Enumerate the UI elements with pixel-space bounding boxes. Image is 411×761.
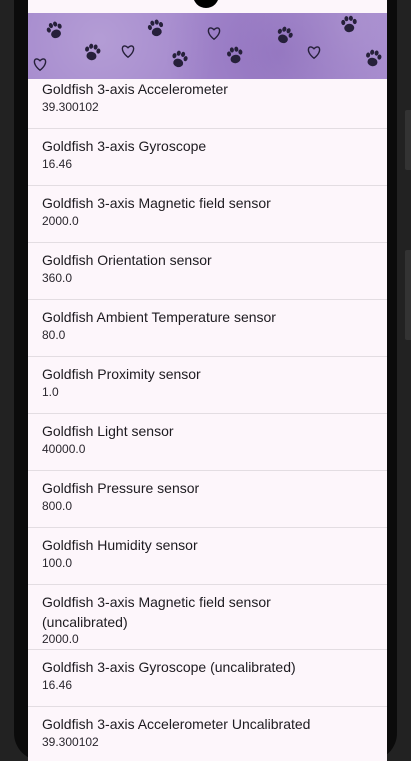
- paw-print-icon: [226, 45, 245, 65]
- sensor-value: 2000.0: [42, 632, 79, 646]
- power-button: [405, 250, 411, 340]
- heart-outline-icon: [33, 58, 47, 71]
- sensor-value: 800.0: [42, 499, 73, 513]
- paw-print-icon: [83, 42, 102, 62]
- heart-outline-icon: [207, 27, 221, 40]
- sensor-name: Goldfish Light sensor: [42, 423, 174, 439]
- sensor-value: 1.0: [42, 385, 59, 399]
- sensor-list-item[interactable]: Goldfish 3-axis Gyroscope 16.46: [28, 129, 387, 186]
- sensor-name: Goldfish Humidity sensor: [42, 537, 198, 553]
- volume-button: [405, 110, 411, 170]
- sensor-value: 100.0: [42, 556, 73, 570]
- sensor-name: Goldfish Orientation sensor: [42, 252, 212, 268]
- sensor-name: Goldfish Ambient Temperature sensor: [42, 309, 276, 325]
- sensor-list-item[interactable]: Goldfish 3-axis Magnetic field sensor 20…: [28, 186, 387, 243]
- heart-outline-icon: [307, 46, 321, 59]
- sensor-list-item[interactable]: Goldfish Orientation sensor 360.0: [28, 243, 387, 300]
- sensor-value: 39.300102: [42, 100, 99, 114]
- sensor-value: 2000.0: [42, 214, 79, 228]
- sensor-name: Goldfish 3-axis Magnetic field sensor: [42, 195, 271, 211]
- sensor-list-item[interactable]: Goldfish Humidity sensor 100.0: [28, 528, 387, 585]
- heart-outline-icon: [121, 45, 135, 58]
- device-frame: Goldfish 3-axis Accelerometer 39.300102 …: [0, 0, 411, 761]
- sensor-list-item[interactable]: Goldfish Ambient Temperature sensor 80.0: [28, 300, 387, 357]
- sensor-list-item[interactable]: Goldfish 3-axis Gyroscope (uncalibrated)…: [28, 650, 387, 707]
- paw-print-icon: [364, 48, 383, 68]
- sensor-list-item[interactable]: Goldfish Pressure sensor 800.0: [28, 471, 387, 528]
- paw-print-icon: [44, 19, 65, 41]
- sensor-value: 40000.0: [42, 442, 86, 456]
- header-banner: [28, 13, 387, 79]
- sensor-value: 360.0: [42, 271, 73, 285]
- paw-print-icon: [274, 24, 295, 46]
- paw-print-icon: [169, 49, 190, 70]
- sensor-list-item[interactable]: Goldfish Proximity sensor 1.0: [28, 357, 387, 414]
- app-screen: Goldfish 3-axis Accelerometer 39.300102 …: [28, 0, 387, 761]
- paw-print-icon: [146, 18, 166, 38]
- sensor-value: 39.300102: [42, 735, 99, 749]
- sensor-name: Goldfish 3-axis Gyroscope (uncalibrated): [42, 659, 296, 675]
- sensor-name: Goldfish Proximity sensor: [42, 366, 201, 382]
- sensor-value: 16.46: [42, 157, 73, 171]
- sensor-list-item[interactable]: Goldfish 3-axis Accelerometer 39.300102: [28, 79, 387, 129]
- sensor-list-item[interactable]: Goldfish 3-axis Accelerometer Uncalibrat…: [28, 707, 387, 761]
- sensor-list-item[interactable]: Goldfish Light sensor 40000.0: [28, 414, 387, 471]
- sensor-list-item[interactable]: Goldfish 3-axis Magnetic field sensor (u…: [28, 585, 387, 650]
- sensor-value: 16.46: [42, 678, 73, 692]
- sensor-name: Goldfish 3-axis Accelerometer: [42, 81, 228, 97]
- sensor-name: Goldfish 3-axis Magnetic field sensor (u…: [42, 594, 271, 630]
- sensor-name: Goldfish 3-axis Accelerometer Uncalibrat…: [42, 716, 311, 732]
- sensor-value: 80.0: [42, 328, 66, 342]
- paw-print-icon: [340, 15, 358, 33]
- sensor-name: Goldfish 3-axis Gyroscope: [42, 138, 207, 154]
- sensor-name: Goldfish Pressure sensor: [42, 480, 200, 496]
- banner-pattern: [33, 15, 383, 71]
